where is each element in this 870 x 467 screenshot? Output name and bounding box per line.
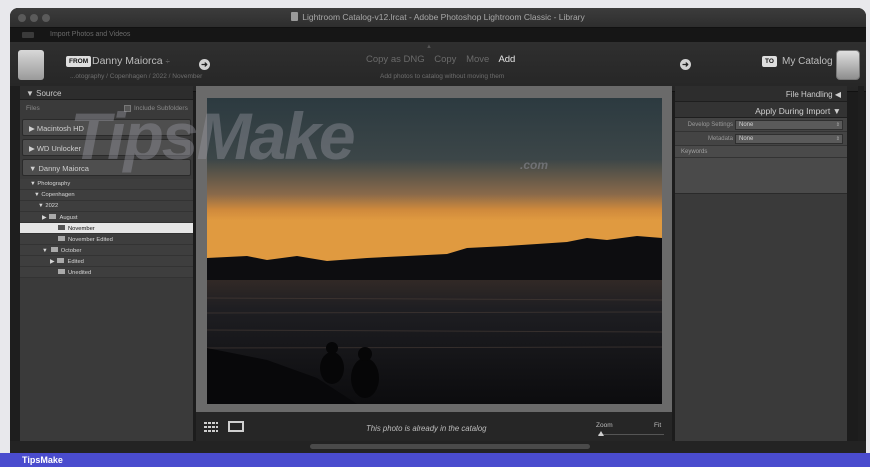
- import-subtitle: Import Photos and Videos: [50, 31, 131, 38]
- zoom-label: Zoom: [596, 422, 613, 429]
- mode-move[interactable]: Move: [466, 54, 489, 65]
- metadata-select[interactable]: None ⇕: [735, 134, 843, 144]
- from-badge: FROM: [66, 56, 92, 67]
- mode-add[interactable]: Add: [498, 54, 515, 65]
- folder-tree-item-label: November Edited: [50, 236, 113, 243]
- mode-copy[interactable]: Copy: [434, 54, 456, 65]
- folder-tree-item-label: ▶ Edited: [50, 258, 84, 265]
- import-subtitle-bar: Import Photos and Videos: [10, 28, 866, 42]
- grid-view-icon[interactable]: [204, 422, 218, 432]
- source-name: Danny Maiorca: [92, 55, 163, 67]
- folder-tree-item-label: ▼ 2022: [38, 203, 58, 209]
- develop-settings-label: Develop Settings: [687, 122, 733, 128]
- import-icon: [22, 32, 34, 38]
- source-drive-icon[interactable]: [18, 50, 44, 80]
- import-header: FROM Danny Maiorca ÷ ...otography / Cope…: [10, 42, 866, 92]
- folder-name: November Edited: [68, 237, 113, 243]
- folder-icon: [58, 236, 65, 241]
- file-handling-header[interactable]: File Handling ◀: [675, 86, 847, 102]
- disclosure-triangle-icon[interactable]: ▼: [42, 248, 48, 254]
- folder-name: November: [68, 226, 95, 232]
- title-bar: Lightroom Catalog-v12.lrcat - Adobe Phot…: [10, 8, 866, 28]
- folder-name: Unedited: [68, 270, 92, 276]
- disclosure-triangle-icon[interactable]: ▶: [42, 215, 46, 221]
- folder-name: August: [59, 215, 78, 221]
- folder-name: Edited: [67, 259, 84, 265]
- zoom-slider-thumb[interactable]: [598, 431, 604, 436]
- folder-name: ▼ Photography: [30, 181, 71, 187]
- source-caret-icon: ÷: [165, 57, 170, 66]
- folder-tree-item-label: November: [50, 225, 95, 232]
- filmstrip-bar: [10, 441, 866, 453]
- fit-label: Fit: [654, 422, 662, 429]
- folder-tree-item-label: Unedited: [50, 269, 91, 276]
- to-badge: TO: [762, 56, 777, 67]
- folder-name: October: [60, 248, 82, 254]
- select-arrows-icon: ⇕: [835, 136, 840, 142]
- folder-tree-item[interactable]: ▶ August: [20, 212, 193, 223]
- apply-during-import-header[interactable]: Apply During Import ▼: [675, 102, 847, 118]
- options-panel: File Handling ◀ Apply During Import ▼ De…: [675, 86, 847, 441]
- folder-tree-item[interactable]: ▼ October: [20, 245, 193, 256]
- folder-tree-item-label: ▼ Copenhagen: [34, 192, 75, 198]
- folder-name: ▼ Copenhagen: [34, 192, 75, 198]
- folder-tree-item[interactable]: ▼ Photography: [20, 179, 193, 190]
- window-title-text: Lightroom Catalog-v12.lrcat - Adobe Phot…: [302, 12, 585, 22]
- keywords-label: Keywords: [675, 146, 847, 158]
- develop-settings-select[interactable]: None ⇕: [735, 120, 843, 130]
- arrow-right-icon: ➜: [680, 59, 691, 70]
- folder-tree-item[interactable]: Unedited: [20, 267, 193, 278]
- select-arrows-icon: ⇕: [835, 122, 840, 128]
- folder-tree-item[interactable]: ▶ Edited: [20, 256, 193, 267]
- catalog-icon[interactable]: [836, 50, 860, 80]
- watermark-logo: TipsMake: [70, 99, 356, 173]
- window-title: Lightroom Catalog-v12.lrcat - Adobe Phot…: [10, 12, 866, 22]
- loupe-view-icon[interactable]: [228, 421, 244, 432]
- folder-tree-item-label: ▼ October: [42, 247, 81, 254]
- folder-icon: [49, 214, 57, 219]
- left-panel-edge[interactable]: [10, 86, 20, 441]
- folder-tree-item[interactable]: ▼ Copenhagen: [20, 190, 193, 201]
- arrow-right-icon: ➜: [199, 59, 210, 70]
- footer-bar: TipsMake: [0, 453, 870, 467]
- source-path: ...otography / Copenhagen / 2022 / Novem…: [70, 73, 203, 80]
- files-label: Files: [26, 105, 40, 112]
- metadata-label: Metadata: [707, 136, 733, 142]
- zoom-slider[interactable]: [598, 434, 664, 435]
- folder-tree-item[interactable]: ▼ 2022: [20, 201, 193, 212]
- preview-toolbar: This photo is already in the catalog Zoo…: [196, 412, 672, 441]
- folder-tree-item[interactable]: November: [20, 223, 193, 234]
- disclosure-triangle-icon[interactable]: ▶: [50, 259, 54, 265]
- folder-icon: [50, 247, 58, 252]
- collapse-caret-icon[interactable]: ▲: [426, 44, 432, 50]
- document-icon: [291, 12, 299, 21]
- develop-settings-row: Develop Settings None ⇕: [675, 118, 847, 132]
- filmstrip-scrollbar[interactable]: [310, 444, 590, 449]
- folder-icon: [58, 225, 65, 230]
- right-panel-edge[interactable]: [858, 86, 864, 441]
- folder-tree-item-label: ▼ Photography: [30, 181, 70, 187]
- folder-name: ▼ 2022: [38, 203, 59, 209]
- folder-tree-item-label: ▶ August: [42, 214, 78, 221]
- footer-brand: TipsMake: [22, 455, 63, 465]
- catalog-status-message: This photo is already in the catalog: [366, 424, 487, 433]
- metadata-row: Metadata None ⇕: [675, 132, 847, 146]
- develop-settings-value: None: [739, 122, 754, 128]
- metadata-value: None: [739, 136, 754, 142]
- source-selector[interactable]: Danny Maiorca ÷: [92, 55, 170, 67]
- keywords-input[interactable]: [675, 158, 847, 194]
- destination-catalog-name[interactable]: My Catalog: [782, 56, 833, 67]
- folder-tree: ▼ Photography ▼ Copenhagen ▼ 2022 ▶ August No…: [20, 179, 193, 278]
- folder-icon: [58, 269, 65, 274]
- folder-icon: [57, 258, 65, 263]
- import-mode-selector: Copy as DNG Copy Move Add: [366, 54, 522, 65]
- folder-tree-item[interactable]: November Edited: [20, 234, 193, 245]
- mode-description: Add photos to catalog without moving the…: [380, 73, 505, 80]
- watermark-logo-sub: .com: [520, 158, 549, 172]
- mode-copy-as-dng[interactable]: Copy as DNG: [366, 54, 425, 65]
